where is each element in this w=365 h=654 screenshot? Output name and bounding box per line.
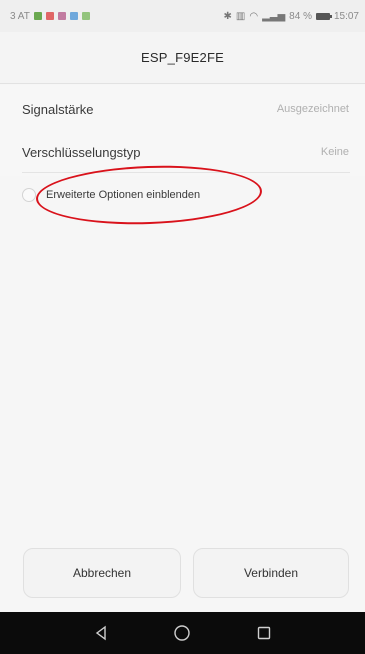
sim-icon	[33, 12, 42, 20]
clock: 15:07	[333, 10, 359, 22]
signal-strength-value: Ausgezeichnet	[276, 103, 349, 115]
status-bar: 3 AT ✱ ▥ ◠ ▂▃▅ 84 % 15:07	[0, 0, 365, 32]
notification-app-icon	[57, 12, 66, 20]
signal-strength-label: Signalstärke	[22, 101, 94, 117]
status-bar-left: 3 AT	[10, 11, 90, 22]
encryption-type-value: Keine	[320, 146, 349, 158]
bluetooth-icon: ✱	[223, 10, 232, 22]
connect-button[interactable]: Verbinden	[193, 548, 349, 598]
dialog-title-bar: ESP_F9E2FE	[0, 32, 365, 84]
navigation-bar	[0, 612, 365, 654]
signal-strength-row: Signalstärke Ausgezeichnet	[0, 85, 365, 133]
home-icon[interactable]	[173, 624, 191, 642]
notification-app-icon	[45, 12, 54, 20]
battery-icon	[315, 12, 332, 20]
notification-app-icon	[69, 12, 78, 20]
wifi-icon: ◠	[249, 10, 259, 22]
encryption-type-label: Verschlüsselungstyp	[22, 144, 141, 160]
notification-app-icon	[81, 12, 90, 20]
battery-percent: 84 %	[289, 10, 312, 22]
cancel-button[interactable]: Abbrechen	[23, 548, 181, 598]
carrier-label: 3 AT	[10, 10, 30, 22]
recents-icon[interactable]	[255, 624, 273, 642]
network-name-title: ESP_F9E2FE	[141, 50, 224, 65]
advanced-options-checkbox[interactable]	[22, 188, 36, 202]
back-icon[interactable]	[92, 624, 110, 642]
status-bar-right: ✱ ▥ ◠ ▂▃▅ 84 % 15:07	[224, 11, 359, 22]
signal-icon: ▂▃▅	[262, 10, 286, 22]
vibrate-icon: ▥	[235, 10, 246, 22]
